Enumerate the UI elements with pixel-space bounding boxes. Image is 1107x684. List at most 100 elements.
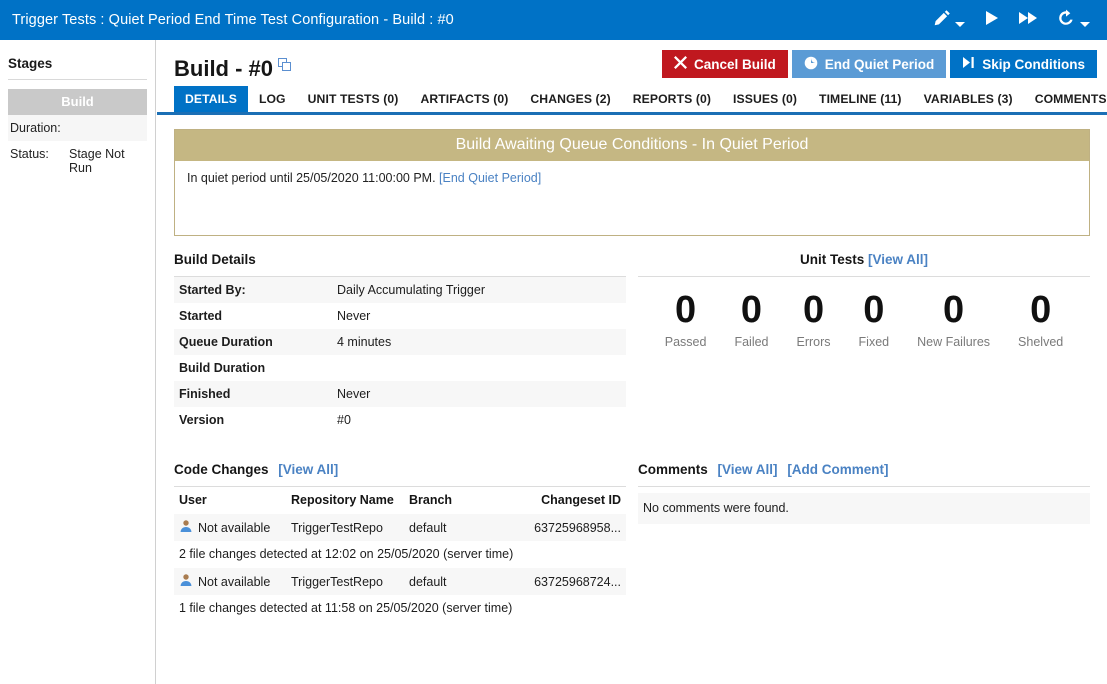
run-button[interactable]	[974, 0, 1008, 40]
started-by-value: Daily Accumulating Trigger	[337, 283, 485, 297]
skip-conditions-button[interactable]: Skip Conditions	[950, 50, 1097, 78]
table-row: Version #0	[174, 407, 626, 433]
tab-timeline[interactable]: TIMELINE (11)	[808, 86, 913, 112]
tab-variables[interactable]: VARIABLES (3)	[913, 86, 1024, 112]
add-comment-link[interactable]: [Add Comment]	[787, 462, 888, 477]
stat-errors-label: Errors	[796, 334, 831, 349]
stat-new-failures-value: 0	[943, 289, 965, 331]
app-title-bar: Trigger Tests : Quiet Period End Time Te…	[0, 0, 1107, 40]
user-avatar-icon	[179, 573, 193, 590]
page-title: Build - #0	[174, 56, 274, 81]
unit-tests-stats: 0 Passed 0 Failed 0 Errors 0 Fixed 0 New…	[638, 277, 1090, 349]
stat-shelved-value: 0	[1030, 289, 1052, 331]
tab-artifacts[interactable]: ARTIFACTS (0)	[409, 86, 519, 112]
skip-button[interactable]	[1010, 0, 1046, 40]
table-row[interactable]: Not available TriggerTestRepo default 63…	[174, 568, 626, 595]
end-quiet-period-label: End Quiet Period	[824, 56, 935, 72]
copy-icon[interactable]	[278, 58, 292, 77]
unit-tests-view-all-link[interactable]: [View All]	[868, 252, 928, 267]
quiet-period-banner-title: Build Awaiting Queue Conditions - In Qui…	[175, 130, 1089, 161]
stat-failed: 0 Failed	[720, 289, 782, 349]
stat-failed-value: 0	[740, 289, 763, 331]
code-change-user-name: Not available	[198, 520, 271, 535]
stage-duration-label: Duration:	[10, 121, 61, 135]
refresh-icon	[1055, 7, 1077, 34]
code-changes-view-all-link[interactable]: [View All]	[278, 462, 338, 477]
stat-shelved-label: Shelved	[1018, 334, 1064, 349]
table-row: Build Duration	[174, 355, 626, 381]
table-row: Queue Duration 4 minutes	[174, 329, 626, 355]
stat-passed: 0 Passed	[651, 289, 721, 349]
tab-unit-tests[interactable]: UNIT TESTS (0)	[297, 86, 410, 112]
stat-new-failures: 0 New Failures	[903, 289, 1004, 349]
stat-errors-value: 0	[802, 289, 825, 331]
build-tabs: DETAILS LOG UNIT TESTS (0) ARTIFACTS (0)…	[157, 86, 1107, 115]
skip-forward-icon	[962, 56, 975, 72]
stage-status-value: Stage Not Run	[68, 147, 125, 175]
tab-comments[interactable]: COMMENTS (0)	[1024, 86, 1107, 112]
comments-panel: Comments [View All] [Add Comment] No com…	[638, 462, 1090, 622]
code-changes-label: Code Changes	[174, 462, 269, 477]
table-row: Started Never	[174, 303, 626, 329]
stat-new-failures-label: New Failures	[917, 334, 991, 349]
tab-log[interactable]: LOG	[248, 86, 297, 112]
build-details-panel: Build Details Started By: Daily Accumula…	[174, 252, 626, 433]
refresh-button[interactable]	[1048, 0, 1097, 40]
column-header-repository: Repository Name	[291, 493, 394, 507]
unit-tests-label: Unit Tests	[799, 252, 865, 267]
end-quiet-period-button[interactable]: End Quiet Period	[791, 50, 947, 78]
finished-value: Never	[337, 387, 371, 401]
column-header-changeset: Changeset ID	[541, 493, 621, 507]
tab-details[interactable]: DETAILS	[174, 86, 248, 112]
code-change-branch: default	[409, 574, 447, 589]
table-row[interactable]: Not available TriggerTestRepo default 63…	[174, 514, 626, 541]
code-changes-header-row: User Repository Name Branch Changeset ID	[174, 487, 626, 514]
main-content: Build - #0 Cancel Build End Quiet Period…	[157, 40, 1107, 684]
code-change-user: Not available	[179, 519, 291, 536]
end-quiet-period-link[interactable]: [End Quiet Period]	[439, 171, 541, 185]
refresh-chevron-down-icon[interactable]	[1080, 21, 1090, 27]
stage-status-label: Status:	[10, 147, 49, 161]
stat-fixed-value: 0	[863, 289, 885, 331]
stat-passed-value: 0	[675, 289, 697, 331]
stage-build-header[interactable]: Build	[8, 89, 147, 115]
started-label: Started	[179, 309, 223, 323]
tab-issues[interactable]: ISSUES (0)	[722, 86, 808, 112]
play-icon	[981, 8, 1001, 33]
comments-view-all-link[interactable]: [View All]	[718, 462, 778, 477]
stages-sidebar: Stages Build Duration: Status: Stage Not…	[0, 40, 156, 684]
code-change-note: 1 file changes detected at 11:58 on 25/0…	[179, 601, 513, 615]
app-title: Trigger Tests : Quiet Period End Time Te…	[12, 12, 454, 28]
tab-reports[interactable]: REPORTS (0)	[622, 86, 722, 112]
build-duration-label: Build Duration	[179, 361, 266, 375]
queue-duration-value: 4 minutes	[337, 335, 392, 349]
cancel-build-button[interactable]: Cancel Build	[661, 50, 788, 78]
unit-tests-panel: Unit Tests [View All] 0 Passed 0 Failed …	[638, 252, 1090, 433]
comments-label: Comments	[638, 462, 708, 477]
details-unittests-row: Build Details Started By: Daily Accumula…	[174, 252, 1090, 433]
code-change-branch: default	[409, 520, 447, 535]
stat-fixed-label: Fixed	[858, 334, 890, 349]
code-change-user-name: Not available	[198, 574, 271, 589]
build-duration-value	[337, 361, 621, 375]
tab-changes[interactable]: CHANGES (2)	[519, 86, 621, 112]
edit-chevron-down-icon[interactable]	[955, 21, 965, 27]
edit-button[interactable]	[925, 0, 972, 40]
unit-tests-title: Unit Tests [View All]	[638, 252, 1090, 276]
stage-status-row: Status: Stage Not Run	[8, 141, 147, 181]
stat-fixed: 0 Fixed	[845, 289, 904, 349]
fast-forward-icon	[1017, 8, 1039, 33]
stage-duration-row: Duration:	[8, 115, 147, 141]
quiet-period-banner-body: In quiet period until 25/05/2020 11:00:0…	[175, 161, 1089, 235]
code-change-user: Not available	[179, 573, 291, 590]
user-avatar-icon	[179, 519, 193, 536]
details-panel: Build Awaiting Queue Conditions - In Qui…	[157, 115, 1107, 622]
version-value: #0	[337, 413, 351, 427]
code-change-note: 2 file changes detected at 12:02 on 25/0…	[179, 547, 514, 561]
edit-icon	[932, 8, 952, 33]
code-changes-panel: Code Changes [View All] User Repository …	[174, 462, 626, 622]
table-row: Started By: Daily Accumulating Trigger	[174, 277, 626, 303]
finished-label: Finished	[179, 387, 231, 401]
quiet-period-banner: Build Awaiting Queue Conditions - In Qui…	[174, 129, 1090, 236]
comments-empty-message: No comments were found.	[638, 493, 1090, 524]
